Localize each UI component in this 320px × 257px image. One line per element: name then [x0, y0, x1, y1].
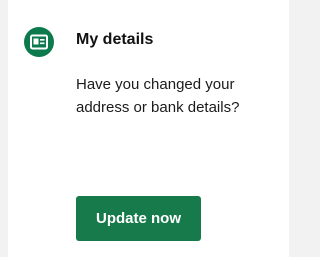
update-now-button[interactable]: Update now — [76, 196, 201, 241]
card-description: Have you changed your address or bank de… — [76, 76, 240, 116]
card-title: My details — [76, 31, 154, 48]
my-details-card: My details Have you changed your address… — [8, 0, 289, 257]
id-card-icon — [24, 27, 54, 57]
